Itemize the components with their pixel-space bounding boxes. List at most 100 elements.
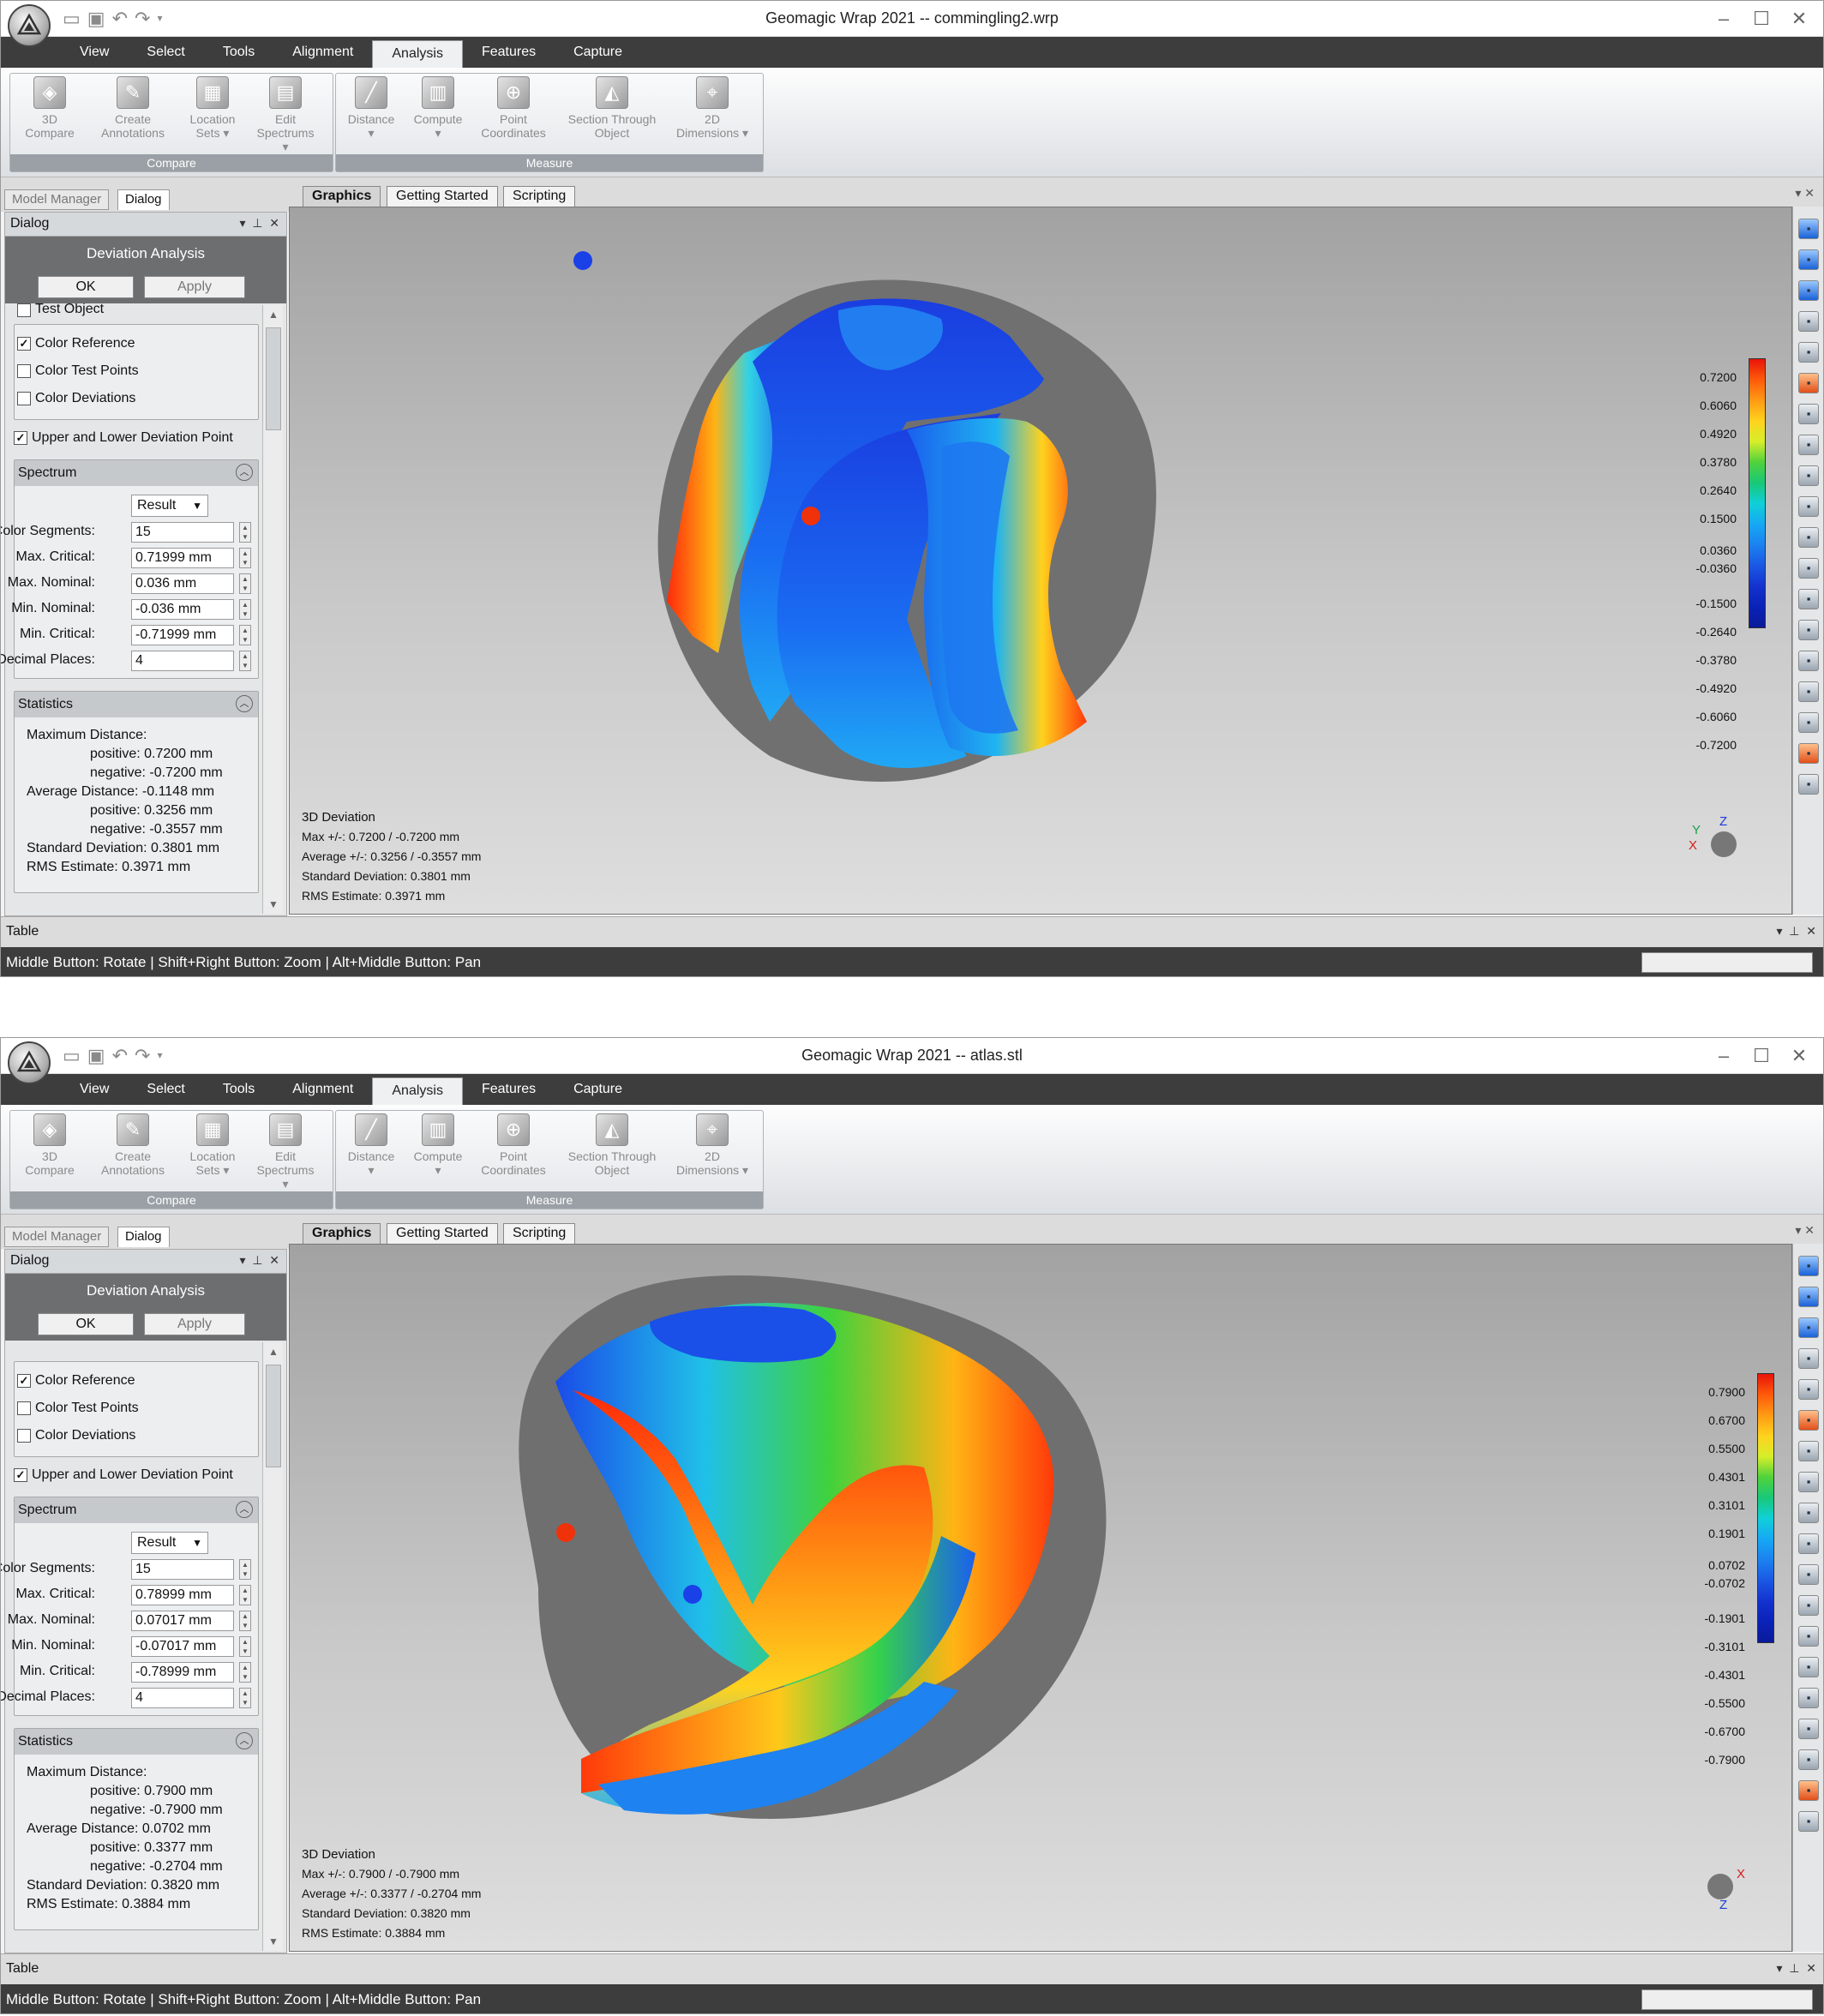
spectrum-field-input[interactable]: -0.78999 mm bbox=[131, 1662, 234, 1683]
view-tool-icon[interactable]: ▪ bbox=[1798, 342, 1819, 363]
tab-graphics[interactable]: Graphics bbox=[303, 1223, 381, 1244]
spin-stepper-icon[interactable]: ▲ ▼ bbox=[239, 1585, 251, 1605]
tab-getting-started[interactable]: Getting Started bbox=[387, 1223, 498, 1244]
tab-scripting[interactable]: Scripting bbox=[503, 186, 576, 207]
spectrum-field-input[interactable]: -0.71999 mm bbox=[131, 625, 234, 645]
checkbox-color-test-points[interactable]: Color Test Points bbox=[17, 1401, 139, 1416]
spectrum-mode-select[interactable]: Result ▼ bbox=[131, 1532, 208, 1554]
menu-analysis[interactable]: Analysis bbox=[372, 40, 463, 68]
apply-button[interactable]: Apply bbox=[144, 1313, 245, 1335]
ribbon-button-3[interactable]: ▤ Edit Spectrums ▾ bbox=[255, 1113, 316, 1191]
view-tool-icon[interactable]: ▪ bbox=[1798, 465, 1819, 486]
menu-analysis[interactable]: Analysis bbox=[372, 1077, 463, 1105]
ribbon-button-0[interactable]: ◈ 3D Compare bbox=[13, 76, 87, 140]
tab-model-manager[interactable]: Model Manager bbox=[4, 189, 110, 210]
graphics-viewport[interactable]: 0.7900 0.6700 0.5500 0.4301 0.3101 0.1901 0.07… bbox=[289, 1244, 1792, 1952]
close-icon[interactable]: ✕ bbox=[1806, 924, 1816, 938]
spin-stepper-icon[interactable]: ▲ ▼ bbox=[239, 599, 251, 620]
minimize-icon[interactable]: – bbox=[1707, 6, 1741, 32]
minimize-icon[interactable]: – bbox=[1707, 1043, 1741, 1069]
ribbon-button-0[interactable]: ◈ 3D Compare bbox=[13, 1113, 87, 1177]
geomagic-logo-icon[interactable] bbox=[8, 4, 51, 47]
checkbox-color-test-points[interactable]: Color Test Points bbox=[17, 363, 139, 379]
geomagic-logo-icon[interactable] bbox=[8, 1041, 51, 1084]
view-tool-icon[interactable]: ▪ bbox=[1798, 1811, 1819, 1832]
view-tool-icon[interactable]: ▪ bbox=[1798, 681, 1819, 702]
view-tool-icon[interactable]: ▪ bbox=[1798, 219, 1819, 239]
view-tool-icon[interactable]: ▪ bbox=[1798, 1780, 1819, 1801]
view-tool-icon[interactable]: ▪ bbox=[1798, 496, 1819, 517]
tab-getting-started[interactable]: Getting Started bbox=[387, 186, 498, 207]
checkbox-color-deviations[interactable]: Color Deviations bbox=[17, 1428, 135, 1443]
spin-stepper-icon[interactable]: ▲ ▼ bbox=[239, 651, 251, 671]
scrollbar[interactable]: ▲ ▼ bbox=[262, 305, 283, 914]
ribbon-button-8[interactable]: ⌖ 2D Dimensions ▾ bbox=[671, 76, 753, 140]
ribbon-button-1[interactable]: ✎ Create Annotations bbox=[90, 1113, 176, 1177]
view-tool-icon[interactable]: ▪ bbox=[1798, 589, 1819, 609]
ribbon-button-1[interactable]: ✎ Create Annotations bbox=[90, 76, 176, 140]
view-tool-icon[interactable]: ▪ bbox=[1798, 620, 1819, 640]
close-icon[interactable]: ✕ bbox=[269, 1253, 279, 1267]
maximize-icon[interactable]: ☐ bbox=[1744, 1043, 1779, 1069]
scrollbar[interactable]: ▲ ▼ bbox=[262, 1342, 283, 1951]
view-tool-icon[interactable]: ▪ bbox=[1798, 1626, 1819, 1647]
view-tool-icon[interactable]: ▪ bbox=[1798, 311, 1819, 332]
ribbon-button-5[interactable]: ▥ Compute ▾ bbox=[404, 1113, 472, 1177]
ribbon-button-7[interactable]: ◭ Section Through Object bbox=[558, 76, 666, 140]
checkbox-color-reference[interactable]: ✓ Color Reference bbox=[17, 336, 135, 351]
view-tool-icon[interactable]: ▪ bbox=[1798, 1749, 1819, 1770]
spin-stepper-icon[interactable]: ▲ ▼ bbox=[239, 1662, 251, 1683]
view-tool-icon[interactable]: ▪ bbox=[1798, 404, 1819, 424]
view-tool-icon[interactable]: ▪ bbox=[1798, 1348, 1819, 1369]
view-tool-icon[interactable]: ▪ bbox=[1798, 527, 1819, 548]
ribbon-button-2[interactable]: ▦ Location Sets ▾ bbox=[183, 76, 243, 140]
view-tool-icon[interactable]: ▪ bbox=[1798, 373, 1819, 393]
view-tool-icon[interactable]: ▪ bbox=[1798, 558, 1819, 579]
menu-select[interactable]: Select bbox=[128, 1074, 203, 1105]
maximize-icon[interactable]: ☐ bbox=[1744, 6, 1779, 32]
ribbon-button-6[interactable]: ⊕ Point Coordinates bbox=[471, 1113, 556, 1177]
checkbox-color-deviations[interactable]: Color Deviations bbox=[17, 391, 135, 406]
menu-features[interactable]: Features bbox=[463, 1074, 555, 1105]
spin-stepper-icon[interactable]: ▲ ▼ bbox=[239, 1559, 251, 1580]
chevron-down-icon[interactable]: ▾ bbox=[1776, 924, 1782, 938]
view-tool-icon[interactable]: ▪ bbox=[1798, 1719, 1819, 1739]
tab-model-manager[interactable]: Model Manager bbox=[4, 1227, 110, 1247]
spectrum-field-input[interactable]: 15 bbox=[131, 522, 234, 543]
ok-button[interactable]: OK bbox=[38, 1313, 134, 1335]
chevron-up-icon[interactable]: ︿ bbox=[236, 464, 253, 481]
view-tool-icon[interactable]: ▪ bbox=[1798, 1533, 1819, 1554]
menu-capture[interactable]: Capture bbox=[555, 1074, 641, 1105]
close-icon[interactable]: ✕ bbox=[269, 216, 279, 230]
view-tool-icon[interactable]: ▪ bbox=[1798, 1564, 1819, 1585]
spectrum-field-input[interactable]: 4 bbox=[131, 651, 234, 671]
test-object-checkbox[interactable]: Test Object bbox=[17, 303, 104, 317]
upper-lower-deviation-checkbox[interactable]: ✓ Upper and Lower Deviation Point bbox=[14, 1467, 233, 1483]
close-icon[interactable]: ▾ ✕ bbox=[1795, 1223, 1815, 1238]
view-tool-icon[interactable]: ▪ bbox=[1798, 1657, 1819, 1677]
tab-dialog[interactable]: Dialog bbox=[117, 1227, 170, 1247]
chevron-down-icon[interactable]: ▾ bbox=[239, 1253, 245, 1267]
pin-icon[interactable]: ⊥ bbox=[252, 1253, 262, 1267]
deviation-model-3d[interactable] bbox=[290, 207, 1791, 914]
chevron-up-icon[interactable]: ︿ bbox=[236, 695, 253, 712]
menu-tools[interactable]: Tools bbox=[204, 1074, 273, 1105]
pin-icon[interactable]: ⊥ bbox=[252, 216, 262, 230]
view-tool-icon[interactable]: ▪ bbox=[1798, 1379, 1819, 1400]
view-tool-icon[interactable]: ▪ bbox=[1798, 1503, 1819, 1523]
spectrum-field-input[interactable]: 0.07017 mm bbox=[131, 1611, 234, 1631]
close-icon[interactable]: ✕ bbox=[1806, 1961, 1816, 1975]
ribbon-button-7[interactable]: ◭ Section Through Object bbox=[558, 1113, 666, 1177]
tab-scripting[interactable]: Scripting bbox=[503, 1223, 576, 1244]
view-tool-icon[interactable]: ▪ bbox=[1798, 1595, 1819, 1616]
spectrum-field-input[interactable]: 0.78999 mm bbox=[131, 1585, 234, 1605]
statistics-header[interactable]: Statistics ︿ bbox=[15, 1729, 258, 1755]
menu-select[interactable]: Select bbox=[128, 37, 203, 68]
spin-stepper-icon[interactable]: ▲ ▼ bbox=[239, 548, 251, 568]
ribbon-button-4[interactable]: ╱ Distance ▾ bbox=[337, 1113, 405, 1177]
chevron-up-icon[interactable]: ︿ bbox=[236, 1501, 253, 1518]
upper-lower-deviation-checkbox[interactable]: ✓ Upper and Lower Deviation Point bbox=[14, 430, 233, 446]
view-tool-icon[interactable]: ▪ bbox=[1798, 1441, 1819, 1461]
spectrum-mode-select[interactable]: Result ▼ bbox=[131, 495, 208, 517]
pin-icon[interactable]: ⊥ bbox=[1789, 924, 1799, 938]
